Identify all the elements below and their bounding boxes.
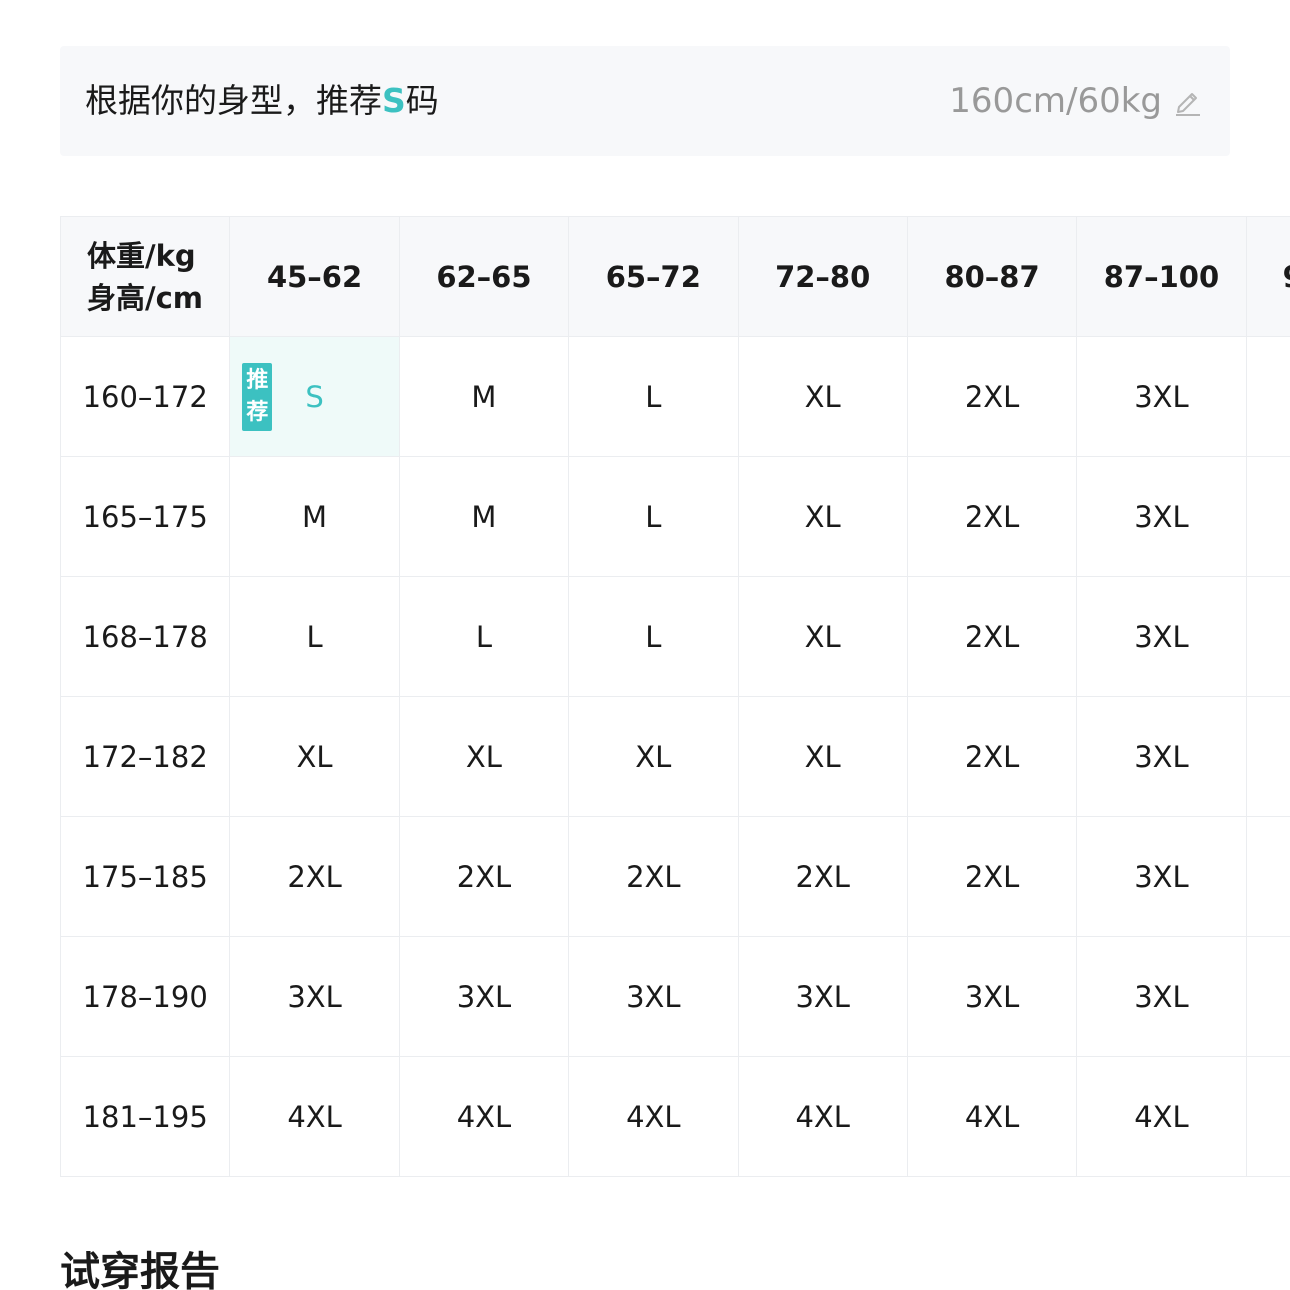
table-row: 160–172 推 荐 S M L XL 2XL 3XL — [60, 336, 1290, 457]
size-cell: XL — [737, 336, 908, 457]
size-cell: 4XL — [1076, 1056, 1247, 1177]
recommendation-suffix: 码 — [405, 81, 439, 120]
size-cell: 3XL — [906, 936, 1078, 1057]
badge-char: 荐 — [246, 400, 269, 425]
try-on-report-title: 试穿报告 — [60, 1249, 220, 1290]
size-value: S — [305, 379, 324, 414]
recommendation-text: 根据你的身型，推荐S码 — [85, 46, 439, 156]
size-cell: 2XL — [229, 816, 400, 937]
table-row: 165–175 M M L XL 2XL 3XL — [60, 456, 1290, 577]
size-cell: L — [568, 456, 739, 577]
size-cell: 3XL — [398, 936, 570, 1057]
size-cell: 3XL — [568, 936, 739, 1057]
height-range-cell: 172–182 — [60, 696, 231, 817]
size-cell — [1245, 576, 1290, 697]
edit-measurements-button[interactable]: 160cm/60kg — [949, 46, 1202, 156]
size-cell — [1245, 1056, 1290, 1177]
size-cell: 2XL — [906, 576, 1078, 697]
table-row: 178–190 3XL 3XL 3XL 3XL 3XL 3XL — [60, 936, 1290, 1057]
size-cell — [1245, 696, 1290, 817]
size-cell: M — [398, 336, 570, 457]
size-cell: 4XL — [398, 1056, 570, 1177]
size-cell: 3XL — [1076, 696, 1247, 817]
height-range-cell: 160–172 — [60, 336, 231, 457]
size-cell: 3XL — [1076, 456, 1247, 577]
size-guide-page: 根据你的身型，推荐S码 160cm/60kg 体重/kg 身高/cm 45–62… — [0, 0, 1290, 1290]
weight-range-header: 72–80 — [737, 216, 908, 337]
size-cell — [1245, 336, 1290, 457]
size-cell: 3XL — [1076, 576, 1247, 697]
size-cell: XL — [737, 456, 908, 577]
table-row: 172–182 XL XL XL XL 2XL 3XL — [60, 696, 1290, 817]
size-cell: XL — [398, 696, 570, 817]
weight-range-header: 87–100 — [1076, 216, 1247, 337]
size-cell: M — [229, 456, 400, 577]
size-cell: 2XL — [906, 336, 1078, 457]
recommendation-prefix: 根据你的身型，推荐 — [85, 81, 382, 120]
size-cell: 3XL — [1076, 336, 1247, 457]
recommended-size: S — [382, 81, 406, 120]
size-cell: XL — [737, 576, 908, 697]
size-cell: XL — [568, 696, 739, 817]
table-row: 181–195 4XL 4XL 4XL 4XL 4XL 4XL — [60, 1056, 1290, 1177]
height-range-cell: 178–190 — [60, 936, 231, 1057]
body-measurements: 160cm/60kg — [949, 81, 1162, 121]
edit-pencil-icon[interactable] — [1174, 86, 1202, 116]
size-cell: 2XL — [906, 816, 1078, 937]
weight-axis-label: 体重/kg — [87, 238, 196, 273]
size-cell: 4XL — [229, 1056, 400, 1177]
size-cell: XL — [229, 696, 400, 817]
size-cell: 4XL — [568, 1056, 739, 1177]
size-cell — [1245, 816, 1290, 937]
corner-header: 体重/kg 身高/cm — [60, 216, 231, 337]
size-cell: 3XL — [737, 936, 908, 1057]
size-cell: 2XL — [906, 456, 1078, 577]
table-header-row: 体重/kg 身高/cm 45–62 62–65 65–72 72–80 80–8… — [60, 216, 1290, 337]
height-axis-label: 身高/cm — [87, 280, 204, 315]
size-cell: 2XL — [568, 816, 739, 937]
size-cell — [1245, 456, 1290, 577]
recommendation-banner: 根据你的身型，推荐S码 160cm/60kg — [60, 46, 1230, 156]
table-row: 175–185 2XL 2XL 2XL 2XL 2XL 3XL — [60, 816, 1290, 937]
height-range-cell: 175–185 — [60, 816, 231, 937]
recommended-badge: 推 荐 — [242, 363, 273, 431]
weight-range-header: 62–65 — [398, 216, 570, 337]
weight-range-header: 65–72 — [568, 216, 739, 337]
size-cell: 2XL — [737, 816, 908, 937]
recommended-size-cell: 推 荐 S — [229, 336, 400, 457]
table-row: 168–178 L L L XL 2XL 3XL — [60, 576, 1290, 697]
size-cell: M — [398, 456, 570, 577]
size-cell: 3XL — [1076, 936, 1247, 1057]
size-cell — [1245, 936, 1290, 1057]
weight-range-header: 45–62 — [229, 216, 400, 337]
weight-range-header: 80–87 — [906, 216, 1078, 337]
size-cell: L — [229, 576, 400, 697]
badge-char: 推 — [246, 368, 269, 393]
height-range-cell: 168–178 — [60, 576, 231, 697]
height-range-cell: 181–195 — [60, 1056, 231, 1177]
height-range-cell: 165–175 — [60, 456, 231, 577]
size-cell: 2XL — [398, 816, 570, 937]
size-table-scroll[interactable]: 体重/kg 身高/cm 45–62 62–65 65–72 72–80 80–8… — [60, 216, 1290, 1177]
size-cell: L — [568, 576, 739, 697]
size-table: 体重/kg 身高/cm 45–62 62–65 65–72 72–80 80–8… — [60, 216, 1290, 1177]
size-cell: 3XL — [229, 936, 400, 1057]
weight-range-header: 9 — [1245, 216, 1290, 337]
size-cell: XL — [737, 696, 908, 817]
size-cell: 3XL — [1076, 816, 1247, 937]
size-cell: 4XL — [906, 1056, 1078, 1177]
size-cell: L — [568, 336, 739, 457]
size-cell: L — [398, 576, 570, 697]
size-cell: 2XL — [906, 696, 1078, 817]
size-cell: 4XL — [737, 1056, 908, 1177]
